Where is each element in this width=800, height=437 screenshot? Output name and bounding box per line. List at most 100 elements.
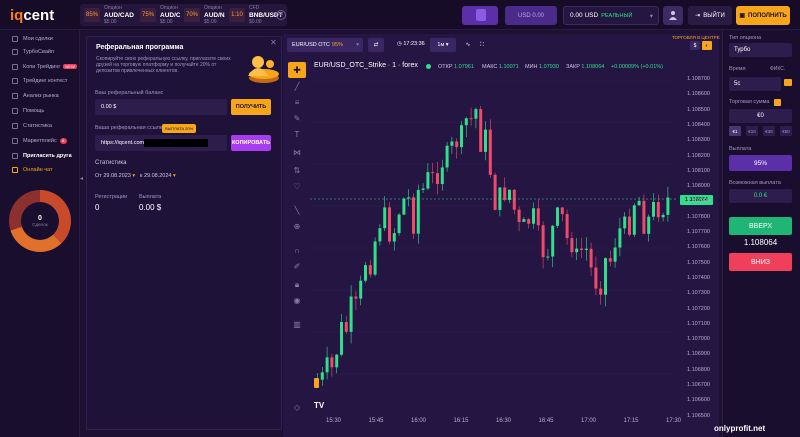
sidebar-item-invite[interactable]: Пригласить друга <box>0 149 80 162</box>
time-field[interactable]: 5с <box>729 77 781 91</box>
ohlc-open: ОТКР 1.07961 <box>438 64 474 70</box>
get-button[interactable]: ПОЛУЧИТЬ <box>231 99 271 115</box>
chat-icon <box>12 166 18 173</box>
timeframe-value: 1м <box>437 42 445 48</box>
text-tool-icon[interactable]: T <box>291 130 303 140</box>
time-stepper[interactable] <box>784 79 792 86</box>
candle <box>618 228 622 248</box>
amount-preset[interactable]: €30 <box>763 126 775 136</box>
close-icon[interactable]: ✕ <box>270 38 277 47</box>
time-tick: 15:30 <box>326 418 342 424</box>
crosshair-tool-icon[interactable]: ✚ <box>288 62 306 78</box>
ohlc-high: МАКС 1.10071 <box>482 64 519 70</box>
sidebar-item-contest[interactable]: Трейдинг контест <box>0 74 80 87</box>
candle <box>594 267 598 289</box>
fullscreen-icon[interactable]: ⛶ <box>476 38 488 52</box>
collapse-arrow-icon[interactable]: ◂ <box>80 175 83 182</box>
logout-button[interactable]: ⇥ ВЫЙТИ <box>688 6 732 25</box>
clock-value: 17:23:36 <box>403 41 425 47</box>
candlestick-chart[interactable] <box>310 80 676 410</box>
ohlc-close: ЗАКР 1.108064 <box>566 64 604 70</box>
asset-select[interactable]: EUR/USD OTC 95% ▾ <box>287 38 363 52</box>
date-to[interactable]: к 29.08.2024 ▾ <box>140 173 176 179</box>
measure-tool-icon[interactable]: ⇅ <box>291 166 303 176</box>
topup-button[interactable]: ▣ ПОПОЛНИТЬ <box>736 6 790 25</box>
candle <box>546 256 550 258</box>
coin-toggle[interactable]: ◐ <box>702 41 712 50</box>
trash-icon[interactable]: ▥ <box>291 320 303 330</box>
candle <box>436 173 439 185</box>
pattern-tool-icon[interactable]: ⋈ <box>291 148 303 158</box>
price-tick: 1.106700 <box>687 382 710 388</box>
time-mode[interactable]: ФИКС. <box>770 66 785 72</box>
price-tick: 1.108100 <box>687 167 710 174</box>
candle <box>517 209 521 222</box>
date-from[interactable]: От 29.08.2023 ▾ <box>95 173 135 179</box>
brush-tool-icon[interactable]: ✎ <box>291 114 303 124</box>
balance-select[interactable]: 0.00 USD РЕАЛЬНЫЙ ▾ <box>563 6 659 25</box>
swap-icon[interactable]: ⇄ <box>368 38 384 52</box>
amount-preset[interactable]: €10 <box>746 126 758 136</box>
add-asset-icon[interactable]: + <box>276 10 286 20</box>
candle <box>397 214 401 234</box>
magnet-icon[interactable]: ∩ <box>291 246 303 256</box>
amount-toggle-icon[interactable] <box>774 99 781 106</box>
sidebar-item-label: Маркетплейс <box>23 137 57 144</box>
sidebar-item-chat[interactable]: Онлайн чат <box>0 163 80 176</box>
clock: ◷ 17:23:36 <box>397 41 425 47</box>
amount-label: Торговая сумма <box>729 99 770 105</box>
trade-center-label[interactable]: ТОРГОВЛЯ В ЦЕНТРЕ <box>672 35 720 40</box>
sidebar-item-copytrading[interactable]: Копи Трейдинг NEW <box>0 60 80 73</box>
candle <box>388 207 391 242</box>
copy-button[interactable]: КОПИРОВАТЬ <box>231 135 271 151</box>
chart-type-icon[interactable]: ∿ <box>462 38 474 52</box>
logo[interactable]: iqcent <box>10 7 54 24</box>
scroll-handle[interactable] <box>314 378 319 388</box>
candle <box>623 216 627 229</box>
chevron-down-icon: ▾ <box>356 42 359 48</box>
price-tick: 1.107500 <box>687 259 710 266</box>
amount-preset[interactable]: €50 <box>780 126 792 136</box>
heart-icon[interactable]: ♡ <box>291 182 303 192</box>
trendline-tool-icon[interactable]: ╱ <box>291 82 303 92</box>
amount-preset[interactable]: €1 <box>729 126 741 136</box>
candle <box>325 357 329 373</box>
layers-icon[interactable]: ◇ <box>291 403 303 413</box>
bonus-balance[interactable]: USD 0.00 <box>505 6 557 25</box>
zoom-icon[interactable]: ⊕ <box>291 222 303 232</box>
reward-label: Возможная выплата <box>729 180 781 186</box>
candle <box>479 109 483 152</box>
lines-tool-icon[interactable]: ≡ <box>291 98 303 108</box>
app-root: iqcent 85% Опцион AUD/CAD OTC $5.00 75% Оп… <box>0 0 800 437</box>
eye-icon[interactable]: ◉ <box>291 296 303 306</box>
amount-field[interactable]: €0 <box>729 109 792 123</box>
date-to-prefix: к <box>140 173 143 179</box>
timeframe-select[interactable]: 1м ▾ <box>430 38 456 52</box>
time-tick: 16:00 <box>411 418 427 424</box>
sidebar-item-help[interactable]: Помощь <box>0 104 80 117</box>
sidebar-item-analysis[interactable]: Анализ рынка <box>0 89 80 102</box>
sidebar-item-label: Помощь <box>23 107 45 114</box>
candle <box>412 197 415 234</box>
sidebar-item-marketplace[interactable]: Маркетплейс 8 <box>0 134 80 147</box>
candle <box>652 201 655 217</box>
candle <box>647 216 651 234</box>
down-button[interactable]: ВНИЗ <box>729 253 792 271</box>
sidebar-item-deals[interactable]: Мои сделки <box>0 32 80 45</box>
candle <box>565 214 569 239</box>
lock-icon[interactable]: 🔒︎ <box>291 280 303 290</box>
up-button[interactable]: ВВЕРХ <box>729 217 792 235</box>
currency-toggle[interactable]: $ <box>690 41 700 50</box>
pencil-lock-icon[interactable]: ✐ <box>291 262 303 272</box>
type-select[interactable]: Турбо <box>729 43 792 57</box>
price-tick: 1.107400 <box>687 274 710 281</box>
ruler-icon[interactable]: ╲ <box>291 206 303 216</box>
candle <box>503 187 507 200</box>
price-tick: 1.106600 <box>687 397 710 404</box>
price-tick: 1.107300 <box>687 290 710 297</box>
watermark: onlyprofit.net <box>714 424 766 433</box>
chevron-down-icon: ▾ <box>173 173 176 179</box>
sidebar-item-statistics[interactable]: Статистика <box>0 119 80 132</box>
sidebar-item-turboswipe[interactable]: ТурбоСвайп <box>0 45 80 58</box>
ohlc-key: ОТКР <box>438 64 453 70</box>
